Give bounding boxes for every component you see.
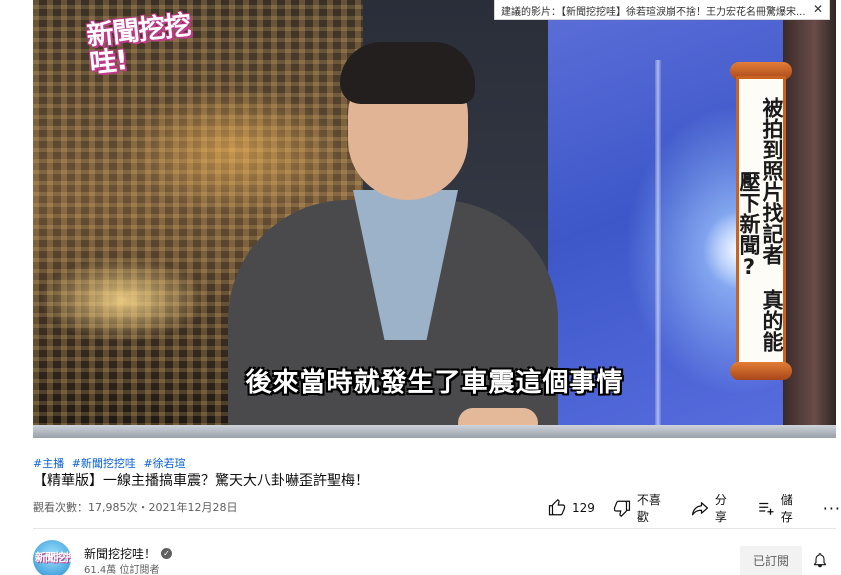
close-icon[interactable]: ✕ [813,2,823,16]
save-button[interactable]: 儲存 [757,491,805,525]
subscriber-count: 61.4萬 位訂閱者 [84,565,160,575]
section-divider [33,528,836,529]
studio-desk [33,425,836,438]
suggested-video-label[interactable]: 建議的影片：【新聞挖挖哇】徐若瑄淚崩不捨！王力宏花名冊驚爆宋... [501,7,806,18]
thumbs-up-icon [548,499,566,516]
video-title: 【精華版】一線主播搞車震？驚天大八卦嚇歪許聖梅！ [33,473,369,489]
share-icon [691,502,708,516]
topic-banner-text: 被拍到照片找記者 真的能壓下新聞? [737,97,784,352]
more-horizontal-icon: ··· [822,498,841,518]
view-count-and-date[interactable]: 觀看次數：17,985次・2021年12月28日 [33,499,237,515]
hashtag-link[interactable]: #新聞挖挖哇 [72,457,136,470]
hashtag-link[interactable]: #主播 [33,457,64,470]
host-hair [340,42,475,104]
hashtag-link[interactable]: #徐若瑄 [143,457,185,470]
topic-scroll-banner: 被拍到照片找記者 真的能壓下新聞? [730,62,792,380]
hashtag-list: #主播 #新聞挖挖哇 #徐若瑄 [33,455,190,471]
video-player[interactable]: 新聞挖挖哇! 被拍到照片找記者 真的能壓下新聞? 後來當時就發生了車震這個事情 [33,0,836,438]
suggested-video-bar[interactable]: 建議的影片：【新聞挖挖哇】徐若瑄淚崩不捨！王力宏花名冊驚爆宋... ✕ [494,0,830,20]
like-count: 129 [572,501,595,515]
video-actions: 129 不喜歡 分享 儲存 ··· [548,493,841,524]
scroll-paper: 被拍到照片找記者 真的能壓下新聞? [736,76,786,366]
save-label: 儲存 [780,493,793,524]
channel-avatar[interactable]: 新聞挖挖哇 [33,540,71,575]
dislike-label: 不喜歡 [636,493,661,524]
playlist-add-icon [759,502,774,515]
dislike-button[interactable]: 不喜歡 [613,491,673,525]
notification-bell-icon[interactable] [812,551,828,569]
video-subtitle: 後來當時就發生了車震這個事情 [245,368,624,398]
avatar-logo-text: 新聞挖挖哇 [35,551,71,564]
subscribed-button[interactable]: 已訂閱 [740,546,802,575]
share-button[interactable]: 分享 [691,491,739,525]
verified-check-icon: ✓ [161,548,173,559]
like-button[interactable]: 129 [548,499,595,517]
share-label: 分享 [714,493,727,524]
show-logo: 新聞挖挖哇! [85,10,218,82]
more-actions-button[interactable]: ··· [823,499,841,518]
show-logo-text: 新聞挖挖哇! [85,10,192,80]
channel-name-row[interactable]: 新聞挖挖哇！ ✓ [84,545,173,562]
channel-name[interactable]: 新聞挖挖哇！ [84,545,156,562]
thumbs-down-icon [613,500,630,517]
